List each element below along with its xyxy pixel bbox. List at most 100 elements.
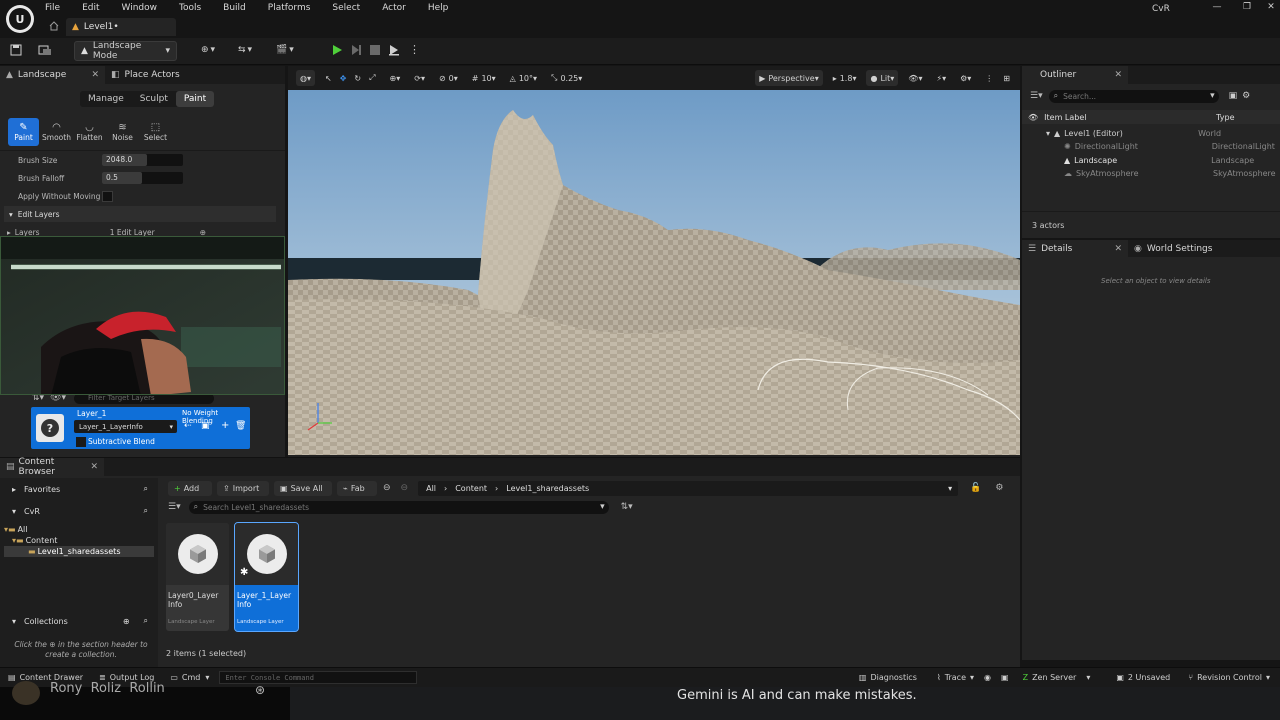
save-all-button[interactable]: ▣ Save All [274, 480, 332, 496]
tool-smooth[interactable]: ◠ Smooth [41, 118, 72, 146]
search-icon[interactable]: ⌕ [144, 484, 148, 494]
tab-details[interactable]: ☰ Details ✕ [1022, 239, 1128, 258]
landscape-scene[interactable] [288, 90, 1020, 455]
menu-build[interactable]: Build [223, 3, 246, 13]
record-icon[interactable]: ◉ [984, 673, 991, 682]
outliner-search-input[interactable]: ⌕ Search... ▾ [1048, 89, 1219, 103]
cmd-dropdown[interactable]: ▭ Cmd ▾ [170, 673, 209, 682]
menu-window[interactable]: Window [122, 3, 158, 13]
add-folder-icon[interactable]: ▣ [1229, 91, 1238, 101]
scale-icon[interactable]: ⤢ [365, 70, 379, 86]
rotate-icon[interactable]: ↻ [350, 70, 365, 86]
zen-server-dropdown[interactable]: Z Zen Server ▾ [1023, 673, 1091, 682]
brush-falloff-field[interactable]: 0.5 [102, 172, 183, 184]
layout-icon[interactable]: ⊞ [999, 70, 1014, 86]
add-collection-icon[interactable]: ⊕ [123, 617, 130, 626]
asset-tile[interactable]: ✱ Layer_1_Layer Info Landscape Layer [234, 522, 299, 632]
menu-actor[interactable]: Actor [382, 3, 406, 13]
eject-icon[interactable] [388, 44, 400, 56]
more-options-icon[interactable]: ⋮ [409, 43, 420, 56]
tab-landscape[interactable]: ▲ Landscape ✕ [0, 66, 105, 84]
brush-size-field[interactable]: 2048.0 [102, 154, 183, 166]
console-input[interactable]: Enter Console Command [219, 671, 418, 684]
filter-icon[interactable]: ☰▾ [168, 502, 181, 512]
outliner-row[interactable]: ▲ Landscape Landscape [1022, 154, 1280, 167]
lock-icon[interactable]: 🔓 [970, 483, 981, 493]
tool-noise[interactable]: ≋ Noise [107, 118, 138, 146]
lit-dropdown[interactable]: ● Lit ▾ [866, 70, 899, 86]
fab-button[interactable]: ⌁ Fab [337, 480, 377, 496]
scale-snap[interactable]: ⤡ 0.25 ▾ [547, 70, 586, 86]
tool-flatten[interactable]: ◡ Flatten [74, 118, 105, 146]
delete-icon[interactable]: 🗑 [235, 421, 246, 431]
blueprint-button[interactable]: ⇆ ▾ [238, 45, 252, 55]
world-local-icon[interactable]: ⊕▾ [386, 70, 405, 86]
favorites-header[interactable]: ▸ Favorites ⌕ [0, 482, 158, 496]
unsaved-button[interactable]: ▣ 2 Unsaved [1116, 673, 1170, 682]
select-mode-icon[interactable]: ↖ [321, 70, 336, 86]
menu-platforms[interactable]: Platforms [268, 3, 311, 13]
sort-icon[interactable]: ⇅▾ [621, 502, 633, 512]
add-actor-button[interactable]: ⊕ ▾ [201, 45, 215, 55]
landscape-mode-dropdown[interactable]: ▲ Landscape Mode ▾ [74, 41, 177, 61]
step-icon[interactable] [350, 44, 362, 56]
breadcrumb-content[interactable]: Content [455, 484, 487, 493]
cinematics-button[interactable]: 🎬 ▾ [276, 45, 294, 55]
tab-world-settings[interactable]: ◉ World Settings [1128, 240, 1218, 258]
tab-place-actors[interactable]: ◧ Place Actors [105, 66, 186, 84]
asset-tile[interactable]: Layer0_Layer Info Landscape Layer [166, 523, 229, 631]
add-button[interactable]: + Add [168, 480, 212, 496]
breadcrumb-sharedassets[interactable]: Level1_sharedassets [506, 484, 589, 493]
forward-icon[interactable]: ⊖ [401, 483, 409, 493]
collections-header[interactable]: ▾ Collections ⊕ ⌕ [0, 614, 158, 628]
unreal-logo-icon[interactable]: U [6, 5, 34, 33]
layer-card[interactable]: ? Layer_1 No Weight Blending Layer_1_Lay… [31, 407, 250, 449]
use-selected-icon[interactable]: ⇠ [184, 421, 192, 431]
screenshot-icon[interactable]: ▣ [1001, 673, 1009, 682]
save-icon[interactable] [10, 44, 22, 56]
play-icon[interactable] [331, 44, 343, 56]
close-icon[interactable]: ✕ [90, 462, 98, 472]
close-icon[interactable]: ✕ [1262, 2, 1280, 12]
minimize-icon[interactable]: — [1202, 2, 1232, 12]
add-icon[interactable]: + [221, 420, 229, 431]
outliner-row[interactable]: ✺ DirectionalLight DirectionalLight [1022, 140, 1280, 153]
filter-icon[interactable]: ☰▾ [1030, 91, 1043, 101]
maximize-icon[interactable]: ❐ [1232, 2, 1262, 12]
tree-item-level1-sharedassets[interactable]: ▬ Level1_sharedassets [4, 546, 154, 557]
diagnostics-button[interactable]: ▥ Diagnostics [859, 673, 917, 682]
content-search-input[interactable]: ⌕ Search Level1_sharedassets ▾ [188, 500, 609, 514]
trace-dropdown[interactable]: ⌇ Trace ▾ [937, 673, 974, 682]
edit-layers-header[interactable]: ▾ Edit Layers [4, 206, 276, 222]
breadcrumb-all[interactable]: All [426, 484, 436, 493]
stop-icon[interactable] [370, 45, 380, 55]
menu-tools[interactable]: Tools [179, 3, 201, 13]
search-icon[interactable]: ⌕ [144, 616, 148, 626]
layer-info-dropdown[interactable]: Layer_1_LayerInfo ▾ [74, 420, 177, 433]
angle-snap[interactable]: ⊘ 0 ▾ [435, 70, 462, 86]
mode-sculpt[interactable]: Sculpt [132, 91, 176, 107]
tab-content-browser[interactable]: ▤ Content Browser ✕ [0, 457, 104, 477]
project-header[interactable]: ▾ CvR ⌕ [0, 504, 158, 518]
more-icon[interactable]: ⋮ [981, 70, 997, 86]
close-icon[interactable]: ✕ [1114, 70, 1122, 80]
tool-select[interactable]: ⬚ Select [140, 118, 171, 146]
revision-control-dropdown[interactable]: ⑂ Revision Control ▾ [1188, 673, 1270, 682]
surface-snap-icon[interactable]: ⟳▾ [410, 70, 429, 86]
perspective-dropdown[interactable]: ▶ Perspective ▾ [755, 70, 823, 86]
tool-paint[interactable]: ✎ Paint [8, 118, 39, 146]
outliner-row[interactable]: ▾ ▲ Level1 (Editor) World [1022, 127, 1280, 140]
col-item-label[interactable]: Item Label [1044, 113, 1216, 122]
tree-item-all[interactable]: ▾▬ All [4, 524, 28, 535]
mode-manage[interactable]: Manage [80, 91, 132, 107]
col-type[interactable]: Type [1216, 113, 1234, 122]
rotation-snap[interactable]: ◬ 10° ▾ [506, 70, 541, 86]
search-icon[interactable]: ⌕ [144, 506, 148, 516]
settings-icon[interactable]: ⚙ [995, 483, 1003, 493]
performance-icon[interactable]: ⚡▾ [932, 70, 950, 86]
level-viewport[interactable]: ◍▾ ↖ ✥ ↻ ⤢ ⊕▾ ⟳▾ ⊘ 0 ▾ #10 ▾ ◬ 10° ▾ ⤡ 0.25 ▾ ▶… [288, 66, 1020, 457]
import-button[interactable]: ⇪ Import [217, 480, 269, 496]
home-icon[interactable] [49, 21, 59, 31]
menu-select[interactable]: Select [332, 3, 360, 13]
mode-paint[interactable]: Paint [175, 91, 215, 107]
